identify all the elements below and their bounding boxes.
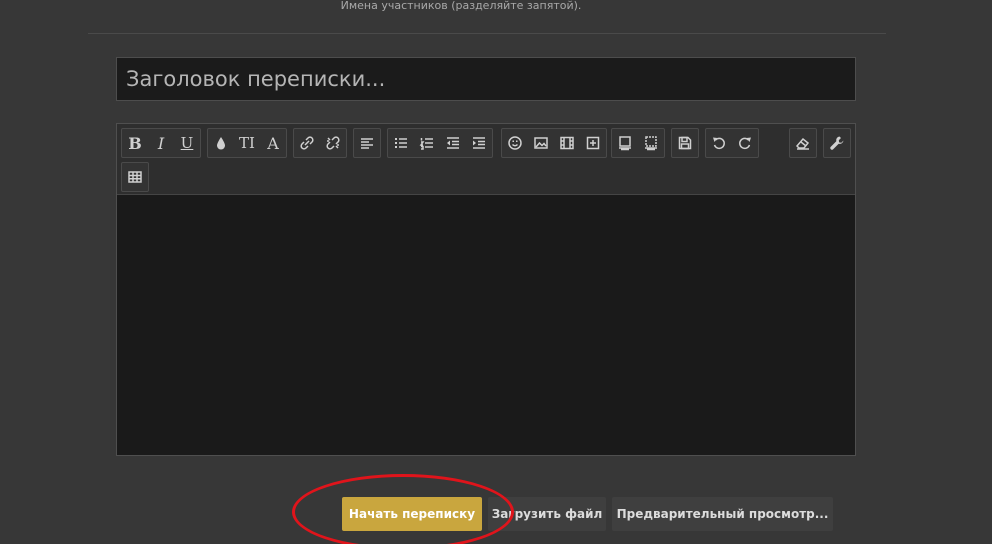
undo-button[interactable] (706, 129, 732, 157)
bbcode-toggle-button[interactable] (824, 129, 850, 157)
plus-box-icon (586, 136, 600, 150)
media-group (501, 128, 607, 158)
remove-formatting-button[interactable] (790, 129, 816, 157)
remove-link-button[interactable] (320, 129, 346, 157)
bullet-list-button[interactable] (388, 129, 414, 157)
clear-format-group (789, 128, 817, 158)
droplet-icon (217, 137, 225, 150)
table-group (121, 162, 149, 192)
history-group (705, 128, 759, 158)
outdent-icon (447, 137, 459, 149)
bold-button[interactable]: B (122, 129, 148, 157)
floppy-disk-icon (678, 136, 692, 150)
insert-media-button[interactable] (554, 129, 580, 157)
code-group (611, 128, 665, 158)
code-block-icon (619, 136, 631, 151)
insert-link-button[interactable] (294, 129, 320, 157)
start-conversation-button[interactable]: Начать переписку (342, 497, 482, 531)
text-style-group: B I U (121, 128, 201, 158)
font-group: TI A (207, 128, 287, 158)
link-group (293, 128, 347, 158)
quote-block-icon (645, 136, 657, 151)
save-draft-button[interactable] (672, 129, 698, 157)
smiley-icon (508, 136, 522, 150)
message-editor: B I U TI A (116, 123, 856, 456)
indent-icon (473, 137, 485, 149)
upload-file-button[interactable]: Загрузить файл (488, 497, 606, 531)
insert-more-button[interactable] (580, 129, 606, 157)
underline-button[interactable]: U (174, 129, 200, 157)
redo-button[interactable] (732, 129, 758, 157)
smilies-button[interactable] (502, 129, 528, 157)
undo-icon (713, 137, 725, 150)
tools-group (823, 128, 851, 158)
text-color-button[interactable] (208, 129, 234, 157)
divider (88, 33, 886, 34)
insert-image-button[interactable] (528, 129, 554, 157)
list-group (387, 128, 493, 158)
eraser-icon (795, 137, 810, 150)
image-icon (534, 137, 548, 149)
outdent-button[interactable] (440, 129, 466, 157)
table-icon (128, 171, 142, 183)
preview-button[interactable]: Предварительный просмотр... (612, 497, 833, 531)
message-text-area[interactable] (117, 195, 855, 455)
insert-table-button[interactable] (122, 163, 148, 191)
insert-code-button[interactable] (612, 129, 638, 157)
participants-hint: Имена участников (разделяйте запятой). (340, 0, 582, 12)
film-icon (560, 136, 574, 150)
numbered-list-icon (419, 138, 433, 150)
insert-quote-button[interactable] (638, 129, 664, 157)
bullet-list-icon (395, 138, 407, 148)
align-button[interactable] (354, 129, 380, 157)
unlink-icon (326, 136, 340, 150)
link-icon (300, 136, 314, 150)
font-size-button[interactable]: TI (234, 129, 260, 157)
align-left-icon (361, 138, 373, 149)
indent-button[interactable] (466, 129, 492, 157)
editor-toolbar: B I U TI A (117, 124, 855, 195)
numbered-list-button[interactable] (414, 129, 440, 157)
conversation-title-input[interactable] (116, 57, 856, 101)
draft-group (671, 128, 699, 158)
font-family-button[interactable]: A (260, 129, 286, 157)
redo-icon (739, 137, 751, 150)
wrench-icon (830, 136, 844, 150)
align-group (353, 128, 381, 158)
italic-button[interactable]: I (148, 129, 174, 157)
